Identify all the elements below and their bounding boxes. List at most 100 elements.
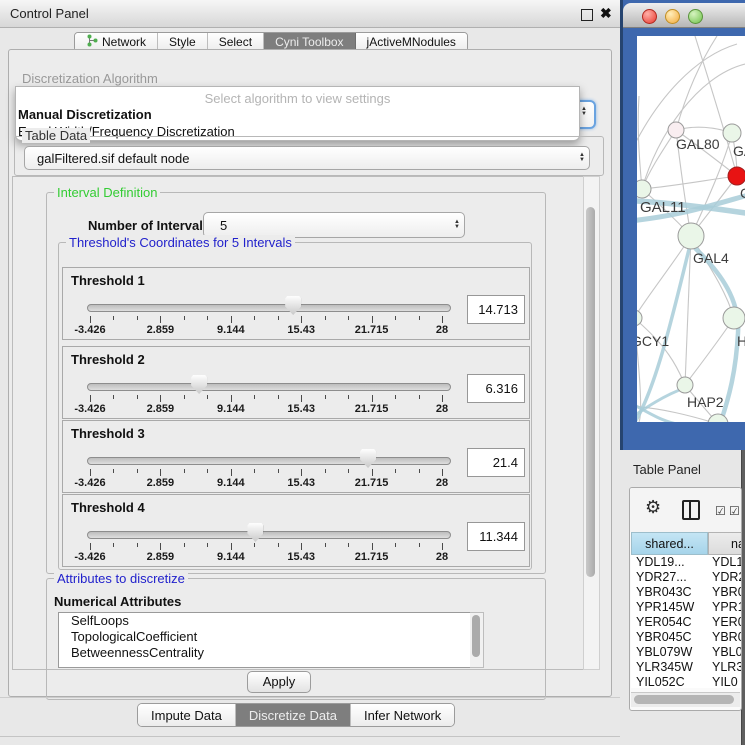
tick-mark — [278, 469, 279, 473]
vertical-scrollbar[interactable] — [583, 176, 600, 670]
network-node-hap2[interactable] — [677, 377, 693, 393]
vertical-scrollbar-thumb[interactable] — [586, 207, 595, 577]
tick-mark — [442, 543, 443, 550]
tick-label: 28 — [436, 477, 448, 489]
network-node-gal11[interactable] — [637, 180, 651, 198]
horizontal-scrollbar-thumb[interactable] — [634, 695, 734, 704]
network-canvas[interactable]: GAL80GACGAL11GAL4GCY1HHAP2 — [637, 36, 745, 422]
network-icon — [86, 34, 98, 50]
table-row[interactable]: YDR27...YDR2 — [631, 570, 742, 585]
slider-thumb[interactable] — [285, 296, 301, 315]
cell-name: YIL0 — [708, 675, 742, 688]
tick-label: -3.426 — [74, 403, 105, 415]
tab-infer-network[interactable]: Infer Network — [351, 704, 454, 726]
cell-shared-name: YDR27... — [631, 570, 708, 585]
interval-definition-title: Interval Definition — [54, 185, 160, 200]
tick-mark — [231, 469, 232, 476]
checkbox-icon[interactable]: ☑ — [729, 504, 740, 518]
table-data-group-title: Table Data — [22, 128, 90, 143]
table-row[interactable]: YER054CYER0 — [631, 615, 742, 630]
threshold-value-field[interactable]: 11.344 — [467, 522, 525, 551]
threshold-value-field[interactable]: 6.316 — [467, 374, 525, 403]
network-node-h[interactable] — [723, 307, 745, 329]
tick-label: -3.426 — [74, 551, 105, 563]
tab-discretize-data[interactable]: Discretize Data — [236, 704, 351, 726]
slider-track[interactable] — [87, 457, 451, 465]
mac-minimize-icon[interactable] — [665, 9, 680, 24]
table-data-combobox[interactable]: galFiltered.sif default node ▲▼ — [24, 146, 590, 170]
column-header-shared-name[interactable]: shared... — [631, 532, 708, 555]
tab-impute-data[interactable]: Impute Data — [138, 704, 236, 726]
threshold-value-field[interactable]: 14.713 — [467, 295, 525, 324]
float-window-icon[interactable] — [581, 9, 593, 21]
cell-shared-name: YPR145W — [631, 600, 708, 615]
tick-mark — [90, 316, 91, 323]
tick-label: 9.144 — [217, 477, 245, 489]
tick-mark — [442, 316, 443, 323]
mac-zoom-icon[interactable] — [688, 9, 703, 24]
mac-close-icon[interactable] — [642, 9, 657, 24]
tick-mark — [348, 543, 349, 547]
tick-label: 15.43 — [287, 477, 315, 489]
table-row[interactable]: YBR043CYBR0 — [631, 585, 742, 600]
network-node-gal4[interactable] — [678, 223, 704, 249]
tick-label: -3.426 — [74, 477, 105, 489]
apply-button[interactable]: Apply — [247, 671, 311, 693]
attributes-group-title: Attributes to discretize — [54, 571, 188, 586]
slider-track[interactable] — [87, 383, 451, 391]
list-item[interactable]: TopologicalCoefficient — [59, 629, 471, 645]
table-row[interactable]: YBR045CYBR0 — [631, 630, 742, 645]
tick-mark — [278, 395, 279, 399]
list-item[interactable]: BetweennessCentrality — [59, 645, 471, 661]
gear-icon[interactable]: ⚙ — [645, 497, 661, 518]
threshold-panel: Threshold 1-3.4262.8599.14415.4321.71528… — [62, 267, 530, 340]
tick-mark — [254, 543, 255, 547]
slider-track[interactable] — [87, 531, 451, 539]
table-row[interactable]: YIL052CYIL0 — [631, 675, 742, 688]
cell-name: YER0 — [708, 615, 742, 630]
slider-thumb[interactable] — [247, 523, 263, 542]
slider-thumb[interactable] — [191, 375, 207, 394]
list-item[interactable]: SelfLoops — [59, 613, 471, 629]
table-row[interactable]: YLR345WYLR3 — [631, 660, 742, 675]
attributes-list-scrollbar[interactable] — [470, 612, 484, 668]
control-panel-titlebar: Control Panel ✖ — [0, 0, 620, 28]
node-label: GCY1 — [637, 333, 669, 349]
network-node-c[interactable] — [728, 167, 745, 185]
split-columns-icon[interactable] — [682, 500, 700, 520]
network-window-titlebar — [623, 3, 745, 28]
tick-label: 9.144 — [217, 324, 245, 336]
tick-mark — [301, 543, 302, 550]
table-row[interactable]: YBL079WYBL0 — [631, 645, 742, 660]
column-header-name[interactable]: na — [708, 532, 742, 555]
attributes-scrollbar-thumb[interactable] — [472, 615, 480, 657]
tick-mark — [160, 543, 161, 550]
number-of-intervals-value: 5 — [204, 218, 450, 233]
algorithm-option[interactable]: Manual Discretization — [16, 106, 579, 123]
tick-mark — [442, 469, 443, 476]
horizontal-scrollbar[interactable] — [631, 692, 740, 707]
tick-label: 28 — [436, 551, 448, 563]
threshold-value-field[interactable]: 21.4 — [467, 448, 525, 477]
tick-mark — [325, 395, 326, 399]
app-root: Control Panel ✖ NetworkStyleSelectCyni T… — [0, 0, 745, 745]
tick-mark — [419, 469, 420, 473]
tick-mark — [184, 316, 185, 320]
numerical-attributes-label: Numerical Attributes — [54, 594, 181, 609]
cell-name: YBR0 — [708, 585, 742, 600]
slider-thumb[interactable] — [360, 449, 376, 468]
table-header-row: shared... na — [631, 532, 742, 555]
tick-mark — [184, 395, 185, 399]
close-icon[interactable]: ✖ — [600, 5, 612, 22]
checkbox-icon[interactable]: ☑ — [715, 504, 726, 518]
table-row[interactable]: YDL19...YDL1 — [631, 555, 742, 570]
network-node-gcy1[interactable] — [637, 310, 642, 326]
cell-shared-name: YDL19... — [631, 555, 708, 570]
node-label: HAP2 — [687, 394, 724, 410]
table-row[interactable]: YPR145WYPR1 — [631, 600, 742, 615]
tick-mark — [372, 395, 373, 402]
tab-label: Style — [169, 35, 196, 49]
network-node-ga[interactable] — [723, 124, 741, 142]
slider-track[interactable] — [87, 304, 451, 312]
algorithm-group-title: Discretization Algorithm — [22, 71, 158, 86]
